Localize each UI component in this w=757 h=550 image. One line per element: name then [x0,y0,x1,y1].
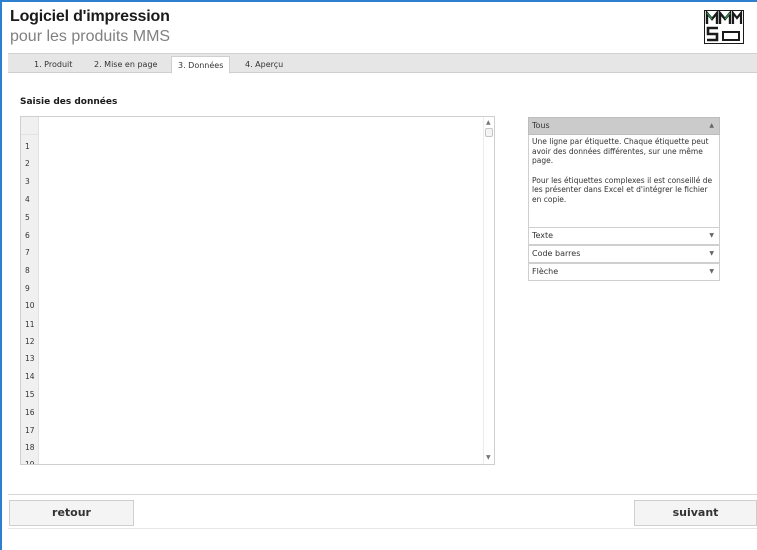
line-number: 6 [25,231,30,240]
accordion-label: Flèche [532,267,559,276]
editor-text-area[interactable] [41,117,482,464]
line-number-gutter: 1 2 3 4 5 6 7 8 9 10 11 12 13 14 15 16 1… [21,117,39,464]
line-number: 11 [25,320,35,329]
tab-apercu[interactable]: 4. Aperçu [243,56,285,73]
chevron-down-icon: ▼ [709,268,714,275]
line-number: 2 [25,159,30,168]
accordion-header-tous[interactable]: Tous ▲ [528,117,720,135]
tab-donnees[interactable]: 3. Données [171,56,231,74]
accordion-label: Code barres [532,249,581,258]
accordion-header-code-barres[interactable]: Code barres ▼ [528,245,720,263]
line-number: 19 [25,460,35,465]
tab-produit[interactable]: 1. Produit [32,56,74,73]
line-number: 15 [25,390,35,399]
tab-bar: 1. Produit 2. Mise en page 3. Données 4.… [8,53,757,74]
chevron-down-icon: ▼ [709,232,714,239]
accordion-label: Texte [532,231,554,240]
help-text: Une ligne par étiquette. Chaque étiquett… [532,137,709,165]
app-subtitle: pour les produits MMS [10,28,171,45]
scrollbar-thumb[interactable] [485,128,493,137]
chevron-down-icon: ▼ [709,250,714,257]
footer-divider [8,528,757,529]
line-number: 9 [25,284,30,293]
line-number: 17 [25,426,35,435]
line-number: 4 [25,195,30,204]
line-number: 1 [25,142,30,151]
line-number: 12 [25,337,35,346]
help-accordion: Tous ▲ Une ligne par étiquette. Chaque é… [528,117,720,281]
next-button[interactable]: suivant [634,500,757,526]
mms-logo-icon [704,10,744,44]
line-number: 8 [25,266,30,275]
app-title: Logiciel d'impression [10,8,170,25]
line-number: 13 [25,354,35,363]
data-entry-editor[interactable]: 1 2 3 4 5 6 7 8 9 10 11 12 13 14 15 16 1… [20,116,495,465]
accordion-body-tous: Une ligne par étiquette. Chaque étiquett… [528,135,720,227]
line-number: 14 [25,372,35,381]
line-number: 10 [25,301,35,310]
gutter-header [21,117,39,135]
help-text: Pour les étiquettes complexes il est con… [532,175,713,204]
chevron-up-icon: ▲ [709,122,714,129]
line-number: 16 [25,408,35,417]
accordion-header-texte[interactable]: Texte ▼ [528,227,720,245]
tab-mise-en-page[interactable]: 2. Mise en page [92,56,159,73]
accordion-header-fleche[interactable]: Flèche ▼ [528,263,720,281]
scroll-up-icon[interactable]: ▲ [486,120,491,126]
line-number: 3 [25,177,30,186]
back-button[interactable]: retour [9,500,134,526]
line-number: 18 [25,443,35,452]
section-title: Saisie des données [20,97,118,107]
editor-scrollbar[interactable]: ▲ ▼ [483,117,494,464]
footer-divider [8,494,757,495]
scroll-down-icon[interactable]: ▼ [486,455,491,461]
accordion-label: Tous [532,121,550,130]
line-number: 5 [25,213,30,222]
line-number: 7 [25,248,30,257]
